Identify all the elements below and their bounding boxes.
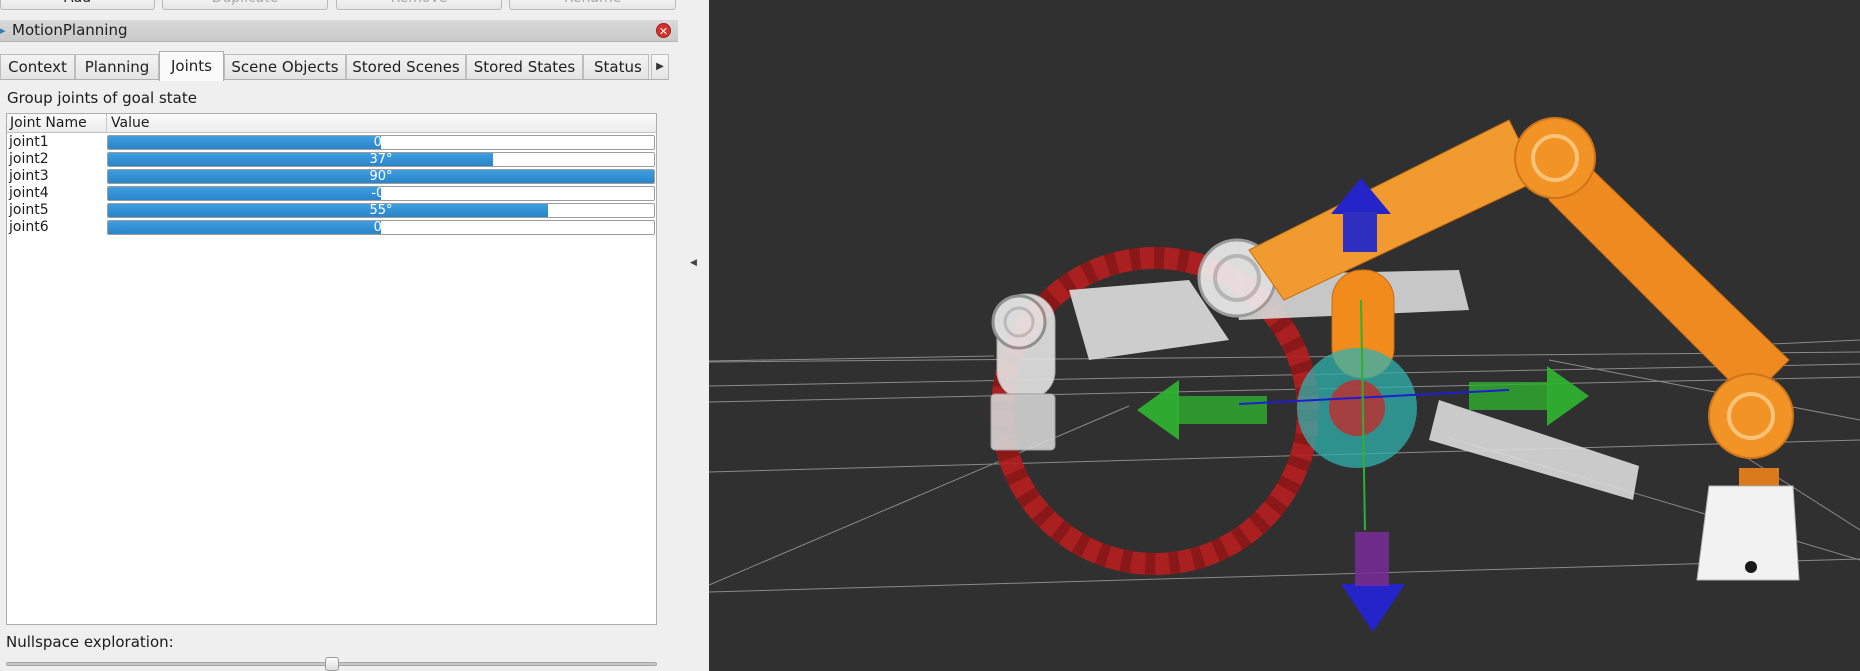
joint-row: joint4 -0° xyxy=(7,185,656,202)
joint-row: joint2 37° xyxy=(7,151,656,168)
rename-button[interactable]: Rename xyxy=(509,0,676,10)
joint-name: joint4 xyxy=(9,185,49,201)
chevron-left-icon[interactable]: ◀ xyxy=(690,258,697,268)
tab-bar: Context Planning Joints Scene Objects St… xyxy=(0,51,670,81)
tab-context[interactable]: Context xyxy=(0,54,75,80)
nullspace-slider-handle[interactable] xyxy=(324,657,339,671)
joint-table: Joint Name Value joint1 0° joint2 37° joint3… xyxy=(6,113,657,625)
joint-name: joint3 xyxy=(9,168,49,184)
tab-stored-states[interactable]: Stored States xyxy=(466,54,583,80)
joint-name: joint5 xyxy=(9,202,49,218)
motion-planning-panel: Add Duplicate Remove Rename ▸ MotionPlan… xyxy=(0,0,694,671)
joint-value-text: -0° xyxy=(371,186,391,201)
add-button[interactable]: Add xyxy=(0,0,155,10)
joint-value-slider[interactable]: 55° xyxy=(107,203,655,218)
3d-viewport[interactable] xyxy=(709,0,1860,671)
joint-value-text: 0° xyxy=(373,135,389,150)
column-header-joint-name[interactable]: Joint Name xyxy=(7,114,107,133)
joint-name: joint2 xyxy=(9,151,49,167)
panel-splitter[interactable]: ◀ xyxy=(678,0,708,671)
remove-button[interactable]: Remove xyxy=(336,0,502,10)
tab-scene-objects[interactable]: Scene Objects xyxy=(224,54,346,80)
joint-value-text: 0° xyxy=(373,220,389,235)
nullspace-label: Nullspace exploration: xyxy=(6,633,174,651)
joint-value-slider[interactable]: 90° xyxy=(107,169,655,184)
goal-robot xyxy=(1248,117,1800,581)
joint-value-slider[interactable]: 0° xyxy=(107,135,655,150)
column-header-value[interactable]: Value xyxy=(108,114,656,133)
chevron-right-icon[interactable]: ▶ xyxy=(651,54,669,80)
joint-value-slider[interactable]: 0° xyxy=(107,220,655,235)
joint-row: joint5 55° xyxy=(7,202,656,219)
scene-render xyxy=(709,117,1860,632)
dock-title: MotionPlanning xyxy=(12,21,128,39)
rviz-window: Add Duplicate Remove Rename ▸ MotionPlan… xyxy=(0,0,1860,671)
joint-value-text: 55° xyxy=(369,203,393,218)
joint-name: joint1 xyxy=(9,134,49,150)
joint-name: joint6 xyxy=(9,219,49,235)
group-joints-label: Group joints of goal state xyxy=(7,89,197,107)
joint-value-text: 37° xyxy=(369,152,393,167)
joint-value-slider[interactable]: -0° xyxy=(107,186,655,201)
close-icon[interactable]: ✕ xyxy=(656,23,671,38)
tab-status[interactable]: Status xyxy=(583,54,649,80)
joint-row: joint3 90° xyxy=(7,168,656,185)
joint-row: joint6 0° xyxy=(7,219,656,236)
duplicate-button[interactable]: Duplicate xyxy=(162,0,328,10)
tab-stored-scenes[interactable]: Stored Scenes xyxy=(346,54,466,80)
joint-value-text: 90° xyxy=(369,169,393,184)
dock-title-bar[interactable]: ▸ MotionPlanning ✕ xyxy=(0,20,678,42)
floor-grid xyxy=(709,339,1860,593)
tab-planning[interactable]: Planning xyxy=(75,54,159,80)
joint-value-slider[interactable]: 37° xyxy=(107,152,655,167)
nullspace-slider[interactable] xyxy=(6,657,657,671)
joints-tab-content: Group joints of goal state Joint Name Va… xyxy=(0,79,668,671)
tab-joints[interactable]: Joints xyxy=(159,51,224,81)
top-button-row: Add Duplicate Remove Rename xyxy=(0,0,694,10)
interactive-marker-sphere[interactable] xyxy=(1297,348,1417,468)
joint-table-header: Joint Name Value xyxy=(7,114,656,133)
dock-grip-icon[interactable]: ▸ xyxy=(0,24,8,37)
joint-row: joint1 0° xyxy=(7,134,656,151)
